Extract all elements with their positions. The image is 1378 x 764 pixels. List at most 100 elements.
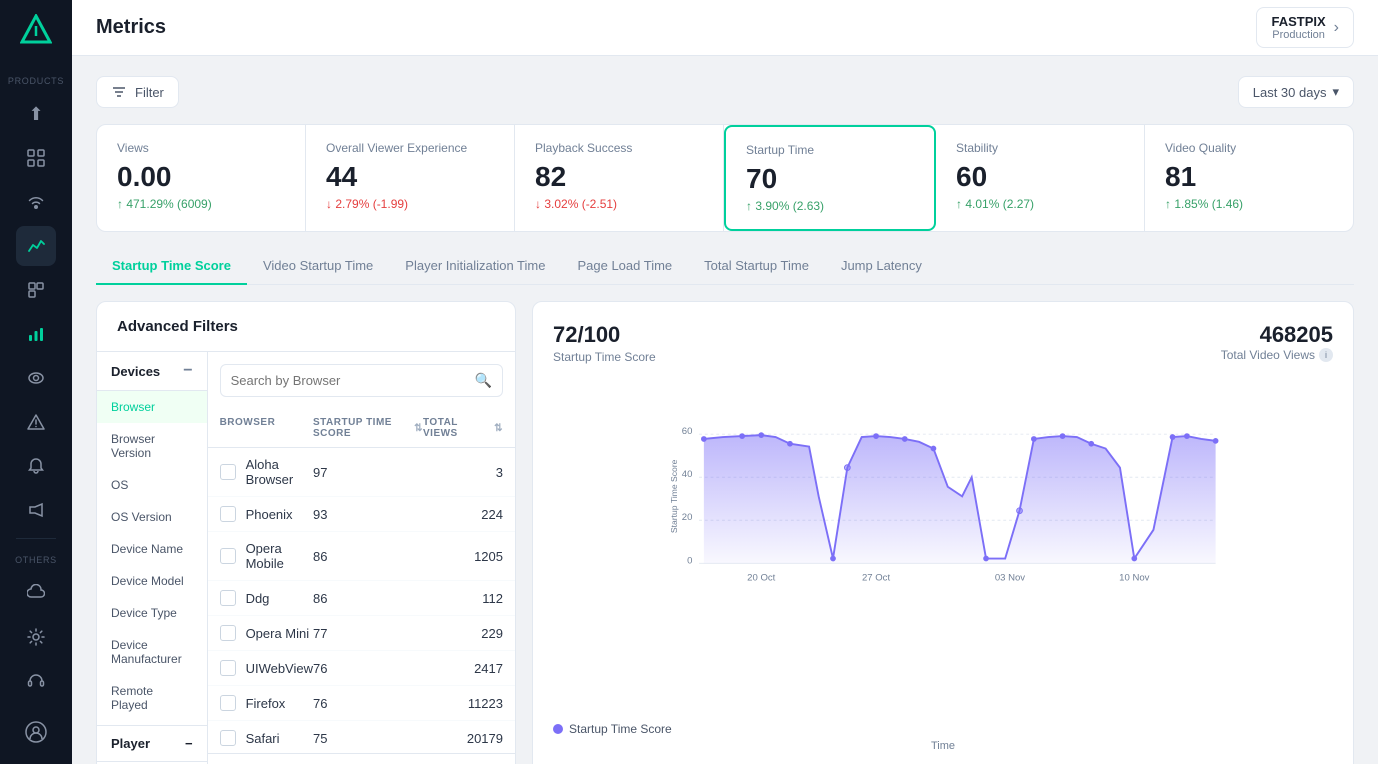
filter-item-browser[interactable]: Browser [97, 391, 207, 423]
chart-views-label: Total Video Views i [1221, 348, 1333, 362]
upload-icon[interactable]: ⬆ [16, 94, 56, 134]
chart-score-section: 72/100 Startup Time Score [553, 322, 656, 364]
browser-views: 1205 [423, 549, 503, 564]
devices-collapse-icon[interactable]: − [183, 362, 192, 380]
table-row[interactable]: Opera Mini 77 229 [208, 616, 515, 651]
analytics-icon[interactable] [16, 226, 56, 266]
filter-item-device-manufacturer[interactable]: Device Manufacturer [97, 629, 207, 675]
chart-views-value: 468205 [1221, 322, 1333, 348]
browser-views: 20179 [423, 731, 503, 746]
svg-text:20 Oct: 20 Oct [747, 573, 775, 584]
table-row[interactable]: Opera Mobile 86 1205 [208, 532, 515, 581]
sort-views-icon[interactable]: ⇅ [494, 423, 503, 434]
chart-views-section: 468205 Total Video Views i [1221, 322, 1333, 364]
browser-views: 224 [423, 507, 503, 522]
info-icon[interactable]: i [1319, 348, 1333, 362]
row-checkbox[interactable] [220, 590, 236, 606]
metric-value-views: 0.00 [117, 161, 285, 193]
row-checkbox[interactable] [220, 695, 236, 711]
svg-text:0: 0 [687, 555, 692, 566]
metric-card-views[interactable]: Views 0.00 ↑ 471.29% (6009) [97, 125, 306, 231]
table-row[interactable]: Firefox 76 11223 [208, 686, 515, 721]
table-row[interactable]: UIWebView 76 2417 [208, 651, 515, 686]
browser-score: 97 [313, 465, 423, 480]
tab-video-startup[interactable]: Video Startup Time [247, 248, 389, 285]
metric-card-ove[interactable]: Overall Viewer Experience 44 ↓ 2.79% (-1… [306, 125, 515, 231]
chevron-down-icon: ▾ [1332, 84, 1339, 100]
filter-item-browser-version[interactable]: Browser Version [97, 423, 207, 469]
topbar: Metrics FASTPIX Production › [72, 0, 1378, 56]
filter-sidebar: Devices − Browser Browser Version OS OS … [97, 352, 208, 764]
browser-score: 75 [313, 731, 423, 746]
devices-group-label: Devices [111, 364, 160, 379]
tab-total-startup[interactable]: Total Startup Time [688, 248, 825, 285]
tab-page-load[interactable]: Page Load Time [561, 248, 688, 285]
date-filter-button[interactable]: Last 30 days ▾ [1238, 76, 1354, 108]
browser-table: BROWSER STARTUP TIME SCORE ⇅ TOTAL VIEWS… [208, 409, 515, 753]
metric-value-quality: 81 [1165, 161, 1333, 193]
filter-item-device-name[interactable]: Device Name [97, 533, 207, 565]
browser-score: 76 [313, 661, 423, 676]
table-row[interactable]: Phoenix 93 224 [208, 497, 515, 532]
row-checkbox[interactable] [220, 548, 236, 564]
settings-icon[interactable] [16, 617, 56, 657]
headphones-icon[interactable] [16, 661, 56, 701]
svg-text:60: 60 [682, 426, 693, 437]
filters-title: Advanced Filters [97, 302, 515, 352]
col-views-header: TOTAL VIEWS ⇅ [423, 417, 503, 439]
table-header: BROWSER STARTUP TIME SCORE ⇅ TOTAL VIEWS… [208, 409, 515, 448]
devices-group-header: Devices − [97, 352, 207, 391]
metric-card-startup[interactable]: Startup Time 70 ↑ 3.90% (2.63) [724, 125, 936, 231]
svg-text:10 Nov: 10 Nov [1119, 573, 1149, 584]
wifi-icon[interactable] [16, 182, 56, 222]
metric-card-stability[interactable]: Stability 60 ↑ 4.01% (2.27) [936, 125, 1145, 231]
filter-item-os-version[interactable]: OS Version [97, 501, 207, 533]
layers-icon[interactable] [16, 270, 56, 310]
product-name: FASTPIX [1271, 14, 1325, 29]
tab-jump-latency[interactable]: Jump Latency [825, 248, 938, 285]
chart-bar-icon[interactable] [16, 314, 56, 354]
svg-text:27 Oct: 27 Oct [862, 573, 890, 584]
table-row[interactable]: Aloha Browser 97 3 [208, 448, 515, 497]
filter-icon [111, 84, 127, 100]
user-avatar[interactable] [16, 712, 56, 752]
player-collapse-icon[interactable]: − [185, 736, 193, 751]
filter-item-remote-played[interactable]: Remote Played [97, 675, 207, 721]
filter-item-device-type[interactable]: Device Type [97, 597, 207, 629]
row-checkbox[interactable] [220, 625, 236, 641]
filter-label: Filter [135, 85, 164, 100]
filter-item-os[interactable]: OS [97, 469, 207, 501]
legend-dot [553, 724, 563, 734]
browser-name: Safari [246, 731, 313, 746]
sidebar-bottom [16, 712, 56, 752]
metric-card-playback[interactable]: Playback Success 82 ↓ 3.02% (-2.51) [515, 125, 724, 231]
table-row[interactable]: Safari 75 20179 [208, 721, 515, 753]
filter-button[interactable]: Filter [96, 76, 179, 108]
bell-icon[interactable] [16, 446, 56, 486]
app-logo [18, 12, 54, 48]
metric-card-quality[interactable]: Video Quality 81 ↑ 1.85% (1.46) [1145, 125, 1353, 231]
filter-item-device-model[interactable]: Device Model [97, 565, 207, 597]
row-checkbox[interactable] [220, 660, 236, 676]
eye-icon[interactable] [16, 358, 56, 398]
cloud-icon[interactable] [16, 573, 56, 613]
metric-label-startup: Startup Time [746, 143, 914, 157]
row-checkbox[interactable] [220, 506, 236, 522]
metric-change-views: ↑ 471.29% (6009) [117, 197, 285, 211]
product-switcher-button[interactable]: FASTPIX Production › [1256, 7, 1354, 48]
row-checkbox[interactable] [220, 730, 236, 746]
browser-views: 2417 [423, 661, 503, 676]
metric-change-quality: ↑ 1.85% (1.46) [1165, 197, 1333, 211]
sort-score-icon[interactable]: ⇅ [414, 423, 423, 434]
metric-value-ove: 44 [326, 161, 494, 193]
alert-icon[interactable] [16, 402, 56, 442]
tab-startup-score[interactable]: Startup Time Score [96, 248, 247, 285]
filter-bar: Filter Last 30 days ▾ [96, 76, 1354, 108]
megaphone-icon[interactable] [16, 490, 56, 530]
row-checkbox[interactable] [220, 464, 236, 480]
metric-value-playback: 82 [535, 161, 703, 193]
tab-player-init[interactable]: Player Initialization Time [389, 248, 561, 285]
table-row[interactable]: Ddg 86 112 [208, 581, 515, 616]
search-input[interactable] [231, 373, 469, 388]
grid-icon[interactable] [16, 138, 56, 178]
